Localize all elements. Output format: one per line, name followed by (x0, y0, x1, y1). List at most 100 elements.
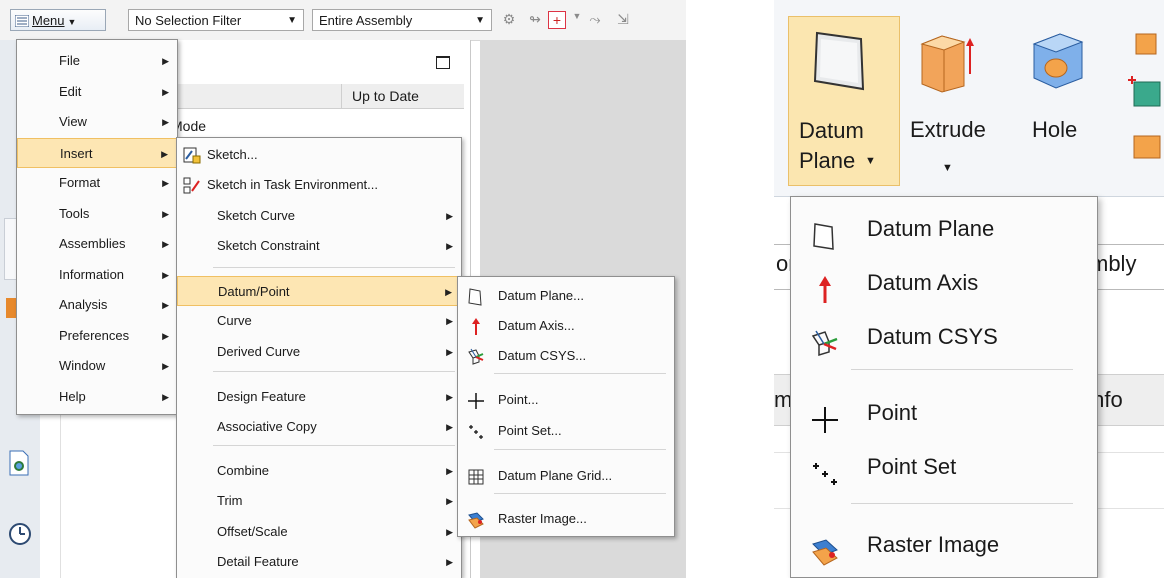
datum-plane-ribbon-button[interactable]: Datum Plane ▼ (788, 16, 900, 186)
chevron-down-icon[interactable]: ▼ (568, 11, 586, 29)
insert-item-offset-scale[interactable]: Offset/Scale ▶ (177, 517, 461, 547)
dimension-icon[interactable]: ⇲ (614, 11, 632, 29)
menu-item-analysis[interactable]: Analysis ▶ (17, 290, 177, 320)
menu-item-label: Preferences (59, 327, 130, 343)
insert-item-trim[interactable]: Trim ▶ (177, 486, 461, 516)
submenu-arrow-icon: ▶ (162, 239, 169, 249)
transform-icon[interactable]: ⤳ (586, 11, 604, 29)
submenu-arrow-icon: ▶ (162, 300, 169, 310)
ribbon-home-group: Datum Plane ▼ Extrude ▼ Hole (774, 0, 1164, 197)
dropdown-item-point[interactable]: Point (791, 385, 1097, 441)
dropdown-item-datum-plane[interactable]: Datum Plane (791, 201, 1097, 257)
document-icon[interactable] (8, 450, 30, 476)
dropdown-item-label: Point Set (867, 454, 957, 479)
submenu-arrow-icon: ▶ (446, 557, 453, 567)
top-toolbar: Menu ▼ No Selection Filter ▼ Entire Assemb… (0, 0, 686, 41)
datum-item-datum-plane[interactable]: Datum Plane... (458, 281, 674, 311)
scope-value: Entire Assembly (319, 13, 413, 28)
column-divider (341, 84, 342, 108)
datum-plane-icon (811, 215, 839, 250)
insert-item-associative-copy[interactable]: Associative Copy ▶ (177, 412, 461, 442)
maximize-icon[interactable] (436, 56, 450, 69)
arrow-tool-icon[interactable]: ↬ (526, 11, 544, 29)
submenu-arrow-icon: ▶ (162, 269, 169, 280)
submenu-arrow-icon: ▶ (446, 422, 453, 432)
extrude-icon[interactable] (916, 30, 976, 94)
menu-item-information[interactable]: Information ▶ (17, 260, 177, 290)
menu-item-label: Offset/Scale (217, 524, 288, 539)
dropdown-item-label: Datum CSYS (867, 324, 998, 349)
right-screenshot-panel: Datum Plane ▼ Extrude ▼ Hole or mbly m I… (774, 0, 1164, 578)
menu-item-label: Datum Plane Grid... (498, 468, 613, 483)
menu-item-preferences[interactable]: Preferences ▶ (17, 321, 177, 351)
datum-item-datum-axis[interactable]: Datum Axis... (458, 311, 674, 341)
datum-item-point[interactable]: Point... (458, 385, 674, 415)
left-screenshot-panel: Menu ▼ No Selection Filter ▼ Entire Assemb… (0, 0, 686, 578)
menu-item-tools[interactable]: Tools ▶ (17, 199, 177, 229)
extrude-label[interactable]: Extrude (910, 116, 986, 144)
datum-item-datum-csys[interactable]: Datum CSYS... (458, 341, 674, 371)
insert-item-datum-point[interactable]: Datum/Point ▶ (177, 276, 461, 306)
menu-item-insert[interactable]: Insert ▶ (17, 137, 177, 168)
dropdown-item-label: Datum Plane (867, 216, 995, 241)
history-clock-icon[interactable] (8, 522, 32, 546)
datum-axis-icon (467, 317, 485, 335)
dropdown-item-raster-image[interactable]: Raster Image (791, 517, 1097, 573)
menu-item-label: Sketch Curve (217, 208, 296, 223)
menu-item-label: Analysis (59, 297, 108, 312)
insert-item-detail-feature[interactable]: Detail Feature ▶ (177, 547, 461, 577)
datum-item-raster-image[interactable]: Raster Image... (458, 504, 674, 534)
scope-dropdown[interactable]: Entire Assembly ▼ (312, 9, 492, 31)
dropdown-item-point-set[interactable]: Point Set (791, 439, 1097, 495)
menu-item-label: Datum CSYS... (498, 348, 587, 363)
datum-plane-label-line1: Datum (799, 118, 864, 143)
hole-label[interactable]: Hole (1032, 116, 1077, 144)
datum-plane-dropdown: Datum Plane Datum Axis Datum CSYS Point Poin… (790, 196, 1098, 578)
insert-item-sketch-constraint[interactable]: Sketch Constraint ▶ (177, 231, 461, 261)
insert-item-sketch-curve[interactable]: Sketch Curve ▶ (177, 201, 461, 231)
menu-item-assemblies[interactable]: Assemblies ▶ (17, 229, 177, 259)
datum-item-datum-plane-grid[interactable]: Datum Plane Grid... (458, 461, 674, 491)
selection-filter-dropdown[interactable]: No Selection Filter ▼ (128, 9, 304, 31)
datum-item-point-set[interactable]: Point Set... (458, 416, 674, 446)
menu-button[interactable]: Menu ▼ (10, 9, 106, 31)
chevron-down-icon[interactable]: ▼ (942, 162, 953, 174)
insert-item-sketch-in-task-environment[interactable]: Sketch in Task Environment... (177, 170, 461, 200)
menu-item-help[interactable]: Help ▶ (17, 382, 177, 412)
menu-separator (213, 445, 455, 446)
menu-item-label: Format (59, 175, 101, 190)
point-filter-icon[interactable]: + (548, 11, 566, 29)
menu-item-edit[interactable]: Edit ▶ (17, 77, 177, 107)
menu-item-format[interactable]: Format ▶ (17, 168, 177, 198)
menu-item-label: Insert (60, 145, 93, 161)
menu-item-view[interactable]: View ▶ (17, 107, 177, 137)
menu-item-file[interactable]: File ▶ (17, 46, 177, 76)
dropdown-item-datum-axis[interactable]: Datum Axis (791, 255, 1097, 311)
menu-separator (494, 373, 666, 374)
menu-icon (14, 12, 30, 28)
snap-icon[interactable]: ⚙ (500, 11, 518, 29)
more-ribbon-icons[interactable] (1124, 30, 1164, 160)
menu-item-label: View (59, 114, 87, 129)
menu-item-label: Datum Plane... (498, 288, 584, 303)
menu-item-label: Point... (498, 392, 539, 407)
point-icon (467, 391, 485, 409)
hole-icon[interactable] (1030, 30, 1086, 90)
menu-item-label: Design Feature (217, 389, 306, 404)
menu-item-label: Sketch in Task Environment... (207, 177, 379, 192)
dropdown-item-datum-csys[interactable]: Datum CSYS (791, 309, 1097, 365)
insert-item-design-feature[interactable]: Design Feature ▶ (177, 382, 461, 412)
insert-item-sketch[interactable]: Sketch... (177, 140, 461, 170)
resource-marker (6, 298, 16, 318)
menu-separator (213, 371, 455, 372)
insert-item-curve[interactable]: Curve ▶ (177, 306, 461, 336)
menu-item-label: Point Set... (498, 423, 562, 438)
submenu-arrow-icon: ▶ (162, 56, 169, 66)
up-to-date-column-header[interactable]: Up to Date (352, 88, 419, 104)
insert-item-derived-curve[interactable]: Derived Curve ▶ (177, 337, 461, 367)
point-set-icon (467, 422, 485, 440)
menu-item-window[interactable]: Window ▶ (17, 351, 177, 381)
insert-item-combine[interactable]: Combine ▶ (177, 456, 461, 486)
datum-plane-grid-icon (467, 467, 485, 485)
datum-plane-label-line2: Plane (799, 148, 856, 173)
